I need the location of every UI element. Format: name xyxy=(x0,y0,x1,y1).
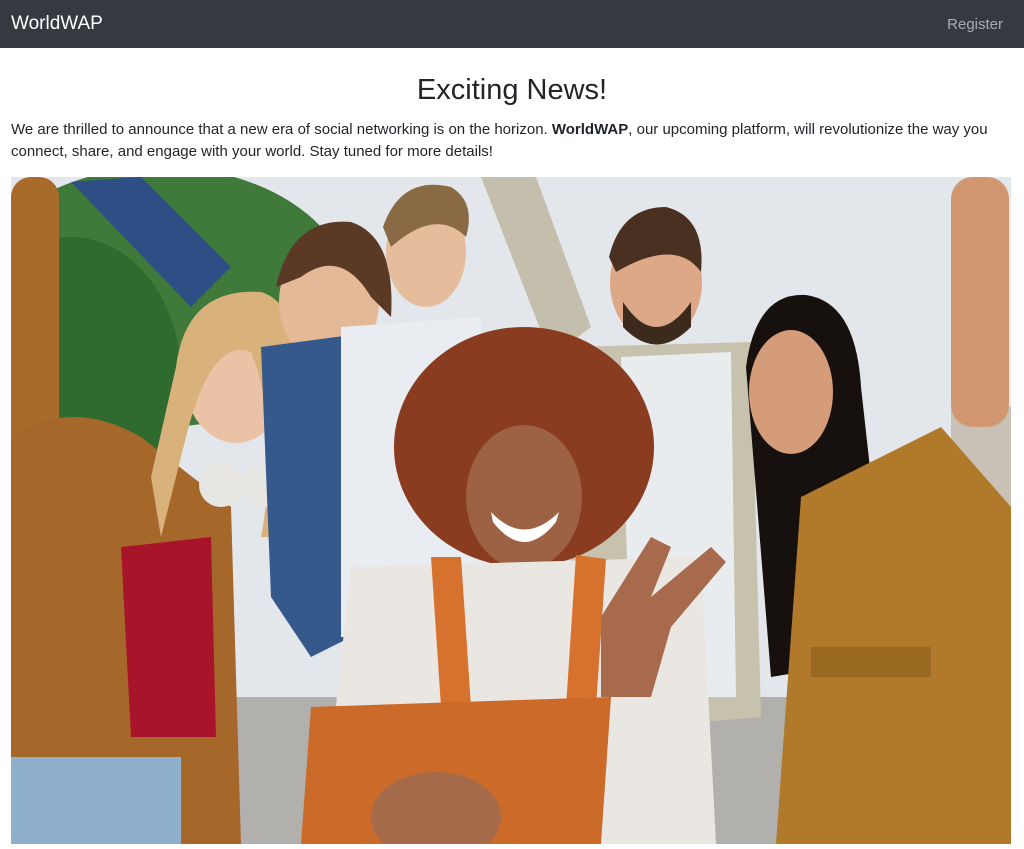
intro-text-before: We are thrilled to announce that a new e… xyxy=(11,121,552,138)
register-link[interactable]: Register xyxy=(947,16,1003,33)
page-title: Exciting News! xyxy=(416,74,608,106)
brand-link[interactable]: WorldWAP xyxy=(11,13,103,35)
top-navbar: WorldWAP Register xyxy=(0,0,1024,48)
intro-brand-name: WorldWAP xyxy=(551,121,629,138)
hero-illustration xyxy=(11,177,1011,844)
intro-paragraph: We are thrilled to announce that a new e… xyxy=(11,119,1013,162)
main-content: Exciting News! We are thrilled to announ… xyxy=(0,72,1024,844)
hero-photo-group-of-friends xyxy=(11,177,1011,844)
